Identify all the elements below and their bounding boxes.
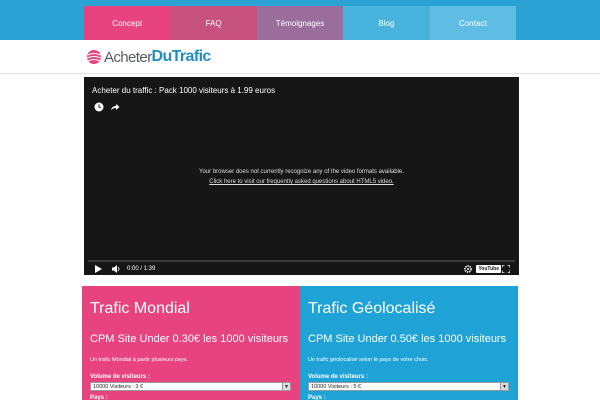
site-logo[interactable]: Acheter DuTrafic — [86, 45, 211, 69]
logo-text-dutrafic: DuTrafic — [151, 48, 212, 65]
settings-gear-icon[interactable] — [464, 263, 472, 275]
volume-label: Volume de visiteurs : — [308, 374, 368, 380]
video-time: 0:00 / 1:39 — [127, 266, 156, 272]
nav-item-contact[interactable]: Contact — [429, 6, 517, 40]
nav-item-concept[interactable]: Concept — [84, 6, 171, 40]
panel-title: Trafic Mondial — [90, 300, 190, 317]
main-nav: Concept FAQ Témoignages Blog Contact — [84, 6, 517, 40]
nav-item-blog[interactable]: Blog — [343, 6, 430, 40]
country-label: Pays : — [308, 395, 326, 401]
dropdown-arrow-icon[interactable]: ▼ — [500, 383, 508, 390]
panel-description: Un trafic Mondial à partir plusieurs pay… — [90, 357, 189, 363]
progress-bar[interactable] — [88, 260, 515, 262]
dropdown-arrow-icon[interactable]: ▼ — [282, 383, 290, 390]
panel-title: Trafic Géolocalisé — [308, 300, 436, 317]
panel-description: Un trafic géolocalisé selon le pays de v… — [308, 357, 429, 363]
html5-faq-link[interactable]: Click here to visit our frequently asked… — [84, 179, 519, 185]
video-controls: 0:00 / 1:39 YouTube — [84, 263, 519, 275]
volume-select-value: 10000 Visiteurs : 5 € — [311, 383, 362, 390]
country-label: Pays : — [90, 395, 108, 401]
panel-trafic-mondial: Trafic Mondial CPM Site Under 0.30€ les … — [82, 286, 300, 401]
video-error-message: Your browser does not currently recogniz… — [199, 169, 404, 175]
pricing-panels: Trafic Mondial CPM Site Under 0.30€ les … — [82, 286, 518, 401]
logo-text-acheter: Acheter — [104, 48, 152, 66]
volume-select[interactable]: 10000 Visiteurs : 5 € ▼ — [308, 382, 509, 391]
nav-item-temoignages[interactable]: Témoignages — [256, 6, 344, 40]
fullscreen-icon[interactable] — [502, 263, 510, 275]
top-bar: Concept FAQ Témoignages Blog Contact — [0, 0, 600, 40]
share-icon[interactable] — [109, 101, 121, 113]
volume-label: Volume de visiteurs : — [90, 374, 150, 380]
volume-select[interactable]: 10000 Visiteurs : 3 € ▼ — [90, 382, 291, 391]
play-icon[interactable] — [95, 263, 102, 275]
nav-item-faq[interactable]: FAQ — [170, 6, 257, 40]
volume-select-value: 10000 Visiteurs : 3 € — [93, 383, 144, 390]
panel-price: CPM Site Under 0.30€ les 1000 visiteurs — [90, 333, 289, 345]
panel-trafic-geolocalise: Trafic Géolocalisé CPM Site Under 0.50€ … — [300, 286, 518, 401]
video-title[interactable]: Acheter du traffic : Pack 1000 visiteurs… — [92, 86, 275, 95]
watch-later-icon[interactable] — [93, 101, 105, 113]
volume-icon[interactable] — [112, 263, 121, 275]
video-player[interactable]: Acheter du traffic : Pack 1000 visiteurs… — [84, 77, 519, 275]
header: Acheter DuTrafic — [0, 40, 600, 74]
globe-logo-icon — [86, 50, 102, 64]
youtube-logo-icon[interactable]: YouTube — [476, 265, 501, 273]
panel-price: CPM Site Under 0.50€ les 1000 visiteurs — [308, 333, 507, 345]
